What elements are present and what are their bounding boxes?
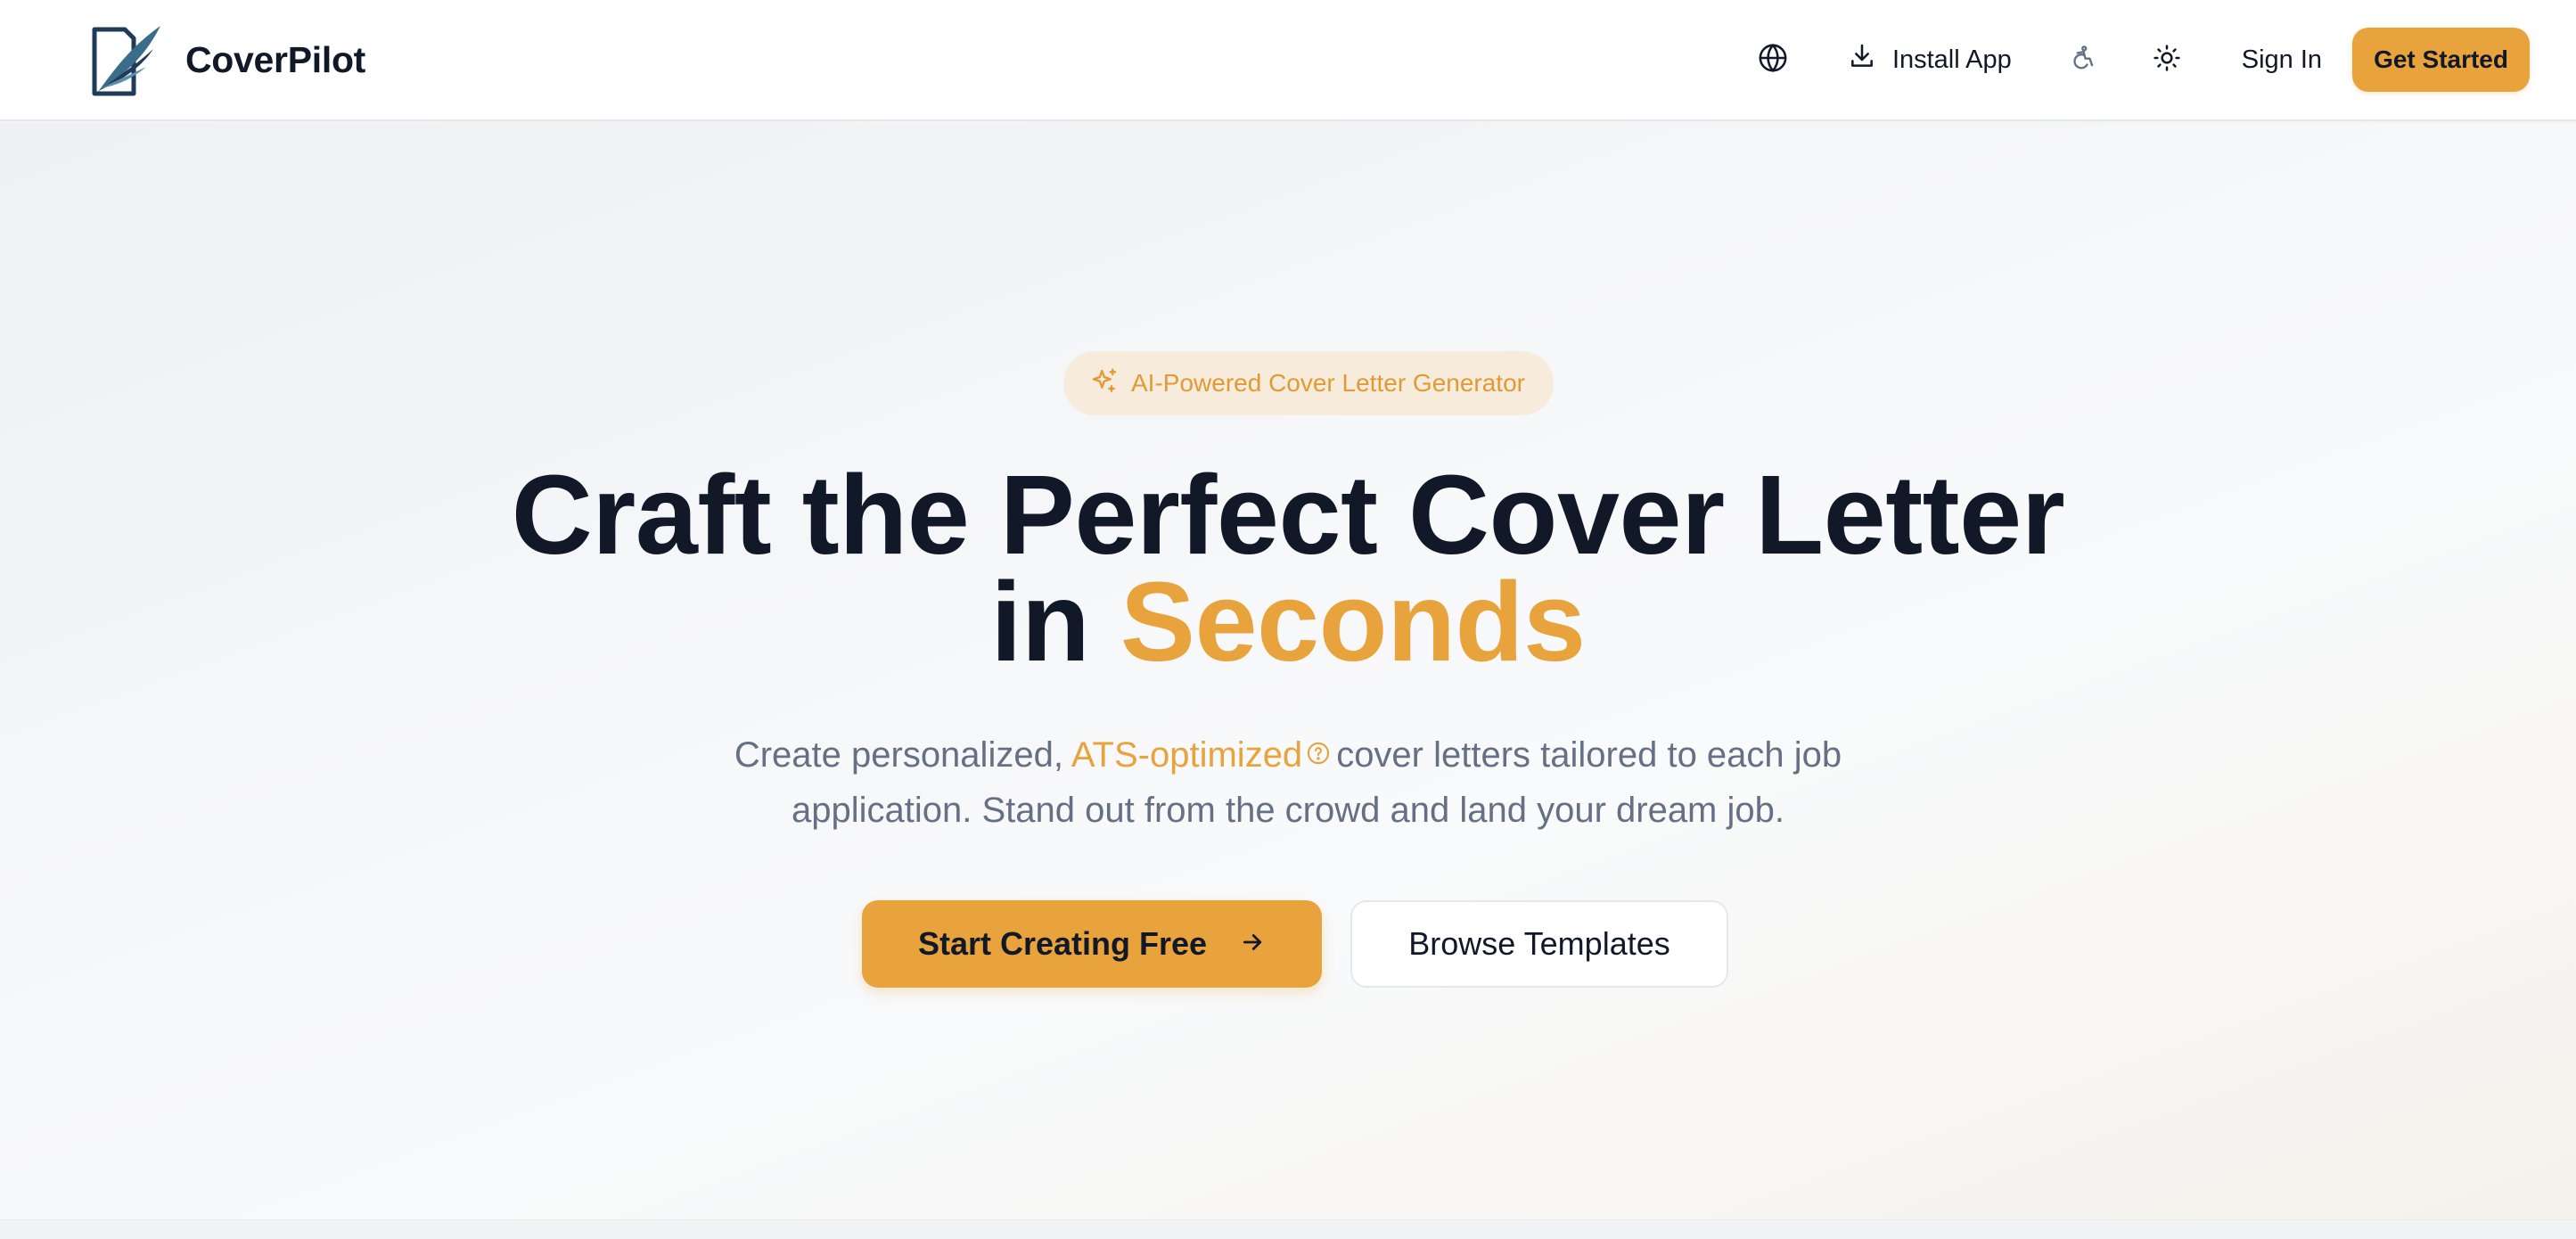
feather-document-logo-icon xyxy=(89,22,164,97)
subtext-prefix: Create personalized, xyxy=(734,735,1063,775)
accessibility-button[interactable] xyxy=(2055,31,2112,88)
install-app-label: Install App xyxy=(1891,45,2012,74)
badge-text: AI-Powered Cover Letter Generator xyxy=(1131,369,1525,397)
install-app-button[interactable]: Install App xyxy=(1837,31,2022,88)
get-started-button[interactable]: Get Started xyxy=(2352,28,2530,92)
subtext-suffix: cover letters tailored to each job xyxy=(1336,735,1842,775)
headline-accent: Seconds xyxy=(1120,559,1586,685)
sign-in-button[interactable]: Sign In xyxy=(2231,31,2333,88)
accessibility-icon xyxy=(2070,44,2096,77)
landing-page: CoverPilot Install App Sign In Get Start… xyxy=(0,0,2576,1239)
top-navbar: CoverPilot Install App Sign In Get Start… xyxy=(0,0,2576,121)
start-creating-free-button[interactable]: Start Creating Free xyxy=(862,900,1322,988)
subtext-line-2: application. Stand out from the crowd an… xyxy=(792,791,1784,830)
headline-in: in xyxy=(990,559,1090,685)
hero-headline: Craft the Perfect Cover Letter in Second… xyxy=(0,459,2576,678)
hero-cta-row: Start Creating Free Browse Templates xyxy=(0,900,2576,988)
globe-icon xyxy=(1758,43,1788,78)
next-section-edge xyxy=(0,1219,2576,1239)
browse-templates-button[interactable]: Browse Templates xyxy=(1350,900,1728,988)
download-icon xyxy=(1848,42,1876,78)
brand[interactable]: CoverPilot xyxy=(89,22,365,97)
hero-section: AI-Powered Cover Letter Generator Craft … xyxy=(0,123,2576,1219)
header-nav: Install App Sign In Get Started xyxy=(1744,28,2530,92)
start-creating-free-label: Start Creating Free xyxy=(917,925,1208,962)
ats-optimized-link[interactable]: ATS-optimized xyxy=(1071,735,1302,775)
brand-name: CoverPilot xyxy=(185,38,366,80)
help-circle-icon[interactable] xyxy=(1306,729,1331,780)
language-button[interactable] xyxy=(1744,31,1801,88)
sparkles-icon xyxy=(1090,367,1119,400)
ai-badge: AI-Powered Cover Letter Generator xyxy=(1063,351,1554,415)
sun-icon xyxy=(2153,44,2181,77)
arrow-right-icon xyxy=(1239,929,1266,960)
theme-toggle-button[interactable] xyxy=(2138,31,2195,88)
hero-subtext: Create personalized, ATS-optimized cover … xyxy=(0,729,2576,836)
